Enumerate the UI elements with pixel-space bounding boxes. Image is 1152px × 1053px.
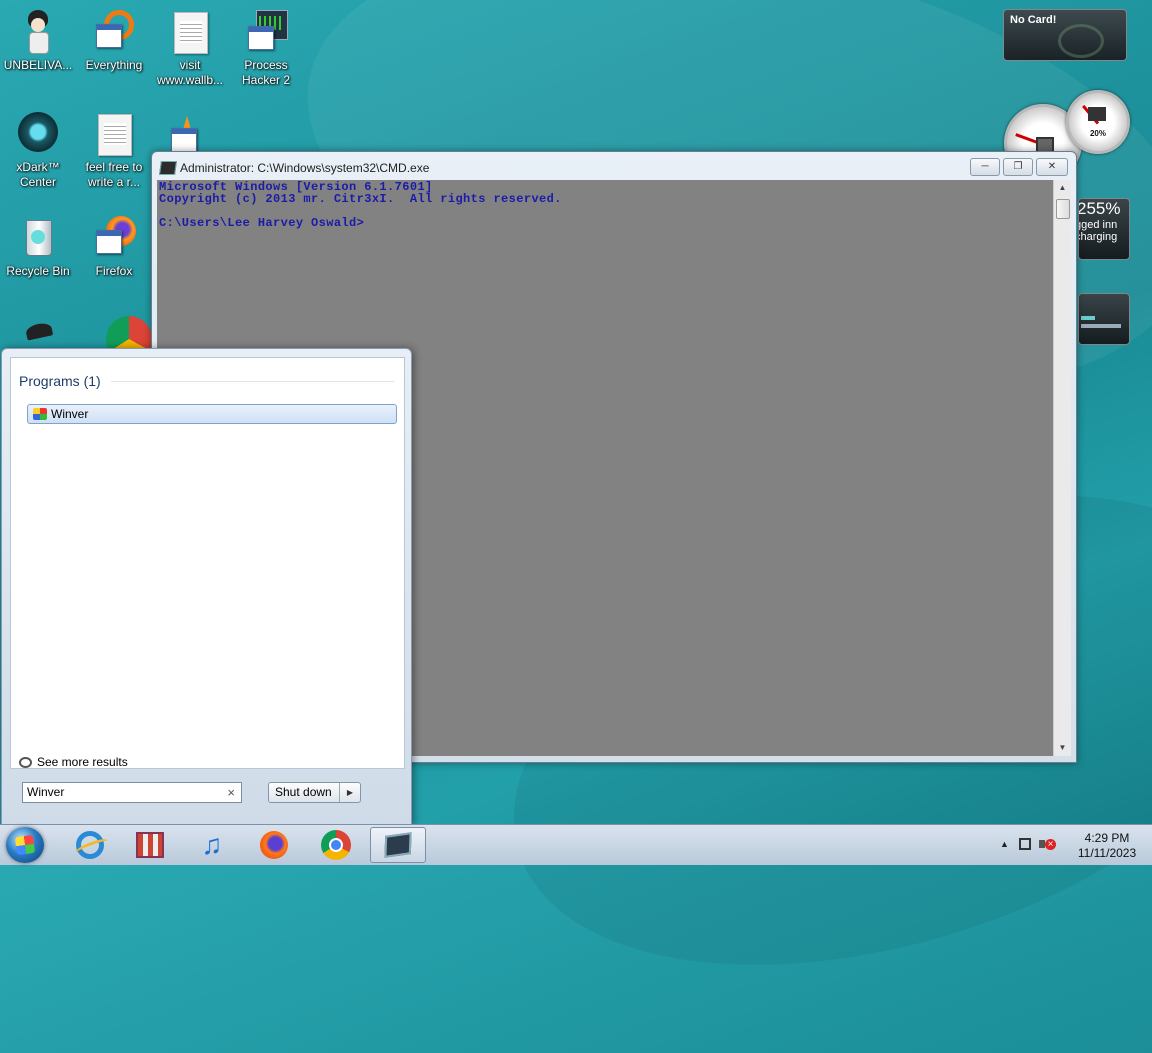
anime-character-icon xyxy=(14,8,62,56)
search-result-label: Winver xyxy=(51,407,89,421)
desktop-icon-label: visit www.wallb... xyxy=(156,58,224,87)
meter-bar xyxy=(1081,324,1121,328)
desktop-icon-feel-free[interactable]: feel free to write a r... xyxy=(76,110,152,190)
start-button[interactable] xyxy=(6,827,44,863)
itunes-icon: ♫ xyxy=(201,829,223,860)
taskbar-chrome[interactable] xyxy=(308,827,364,863)
meter-bar xyxy=(1081,316,1095,320)
meter-value: 20% xyxy=(1089,129,1106,138)
programs-section-header: Programs (1) xyxy=(19,373,101,389)
shutdown-label: Shut down xyxy=(275,785,332,799)
shutdown-options-arrow-icon[interactable]: ▶ xyxy=(339,783,360,802)
internet-explorer-icon xyxy=(76,831,104,859)
firefox-icon xyxy=(260,831,288,859)
clock-date: 11/11/2023 xyxy=(1077,846,1137,860)
taskbar-firefox[interactable] xyxy=(246,827,302,863)
taskbar-itunes[interactable]: ♫ xyxy=(184,827,240,863)
memory-meter-gauge[interactable]: 20% xyxy=(1066,90,1130,154)
process-hacker-icon xyxy=(242,8,290,56)
minimize-button[interactable]: ─ xyxy=(970,158,1000,176)
battery-gadget[interactable]: 255% gged inn charging xyxy=(1078,198,1130,260)
store-icon xyxy=(136,832,164,858)
battery-percent: 255% xyxy=(1078,199,1121,218)
taskbar: ♫ ▲ 4:29 PM 11/11/2023 xyxy=(0,824,1152,865)
nvidia-logo-icon xyxy=(1058,24,1104,58)
gpu-gadget-label: No Card! xyxy=(1010,14,1057,26)
section-divider xyxy=(111,381,394,382)
chrome-icon xyxy=(321,830,351,860)
desktop-icon-visit-wallb[interactable]: visit www.wallb... xyxy=(152,8,228,88)
everything-search-icon xyxy=(90,8,138,56)
recycle-bin-icon xyxy=(14,214,62,262)
network-gadget[interactable] xyxy=(1078,293,1130,345)
search-input-value: Winver xyxy=(27,785,65,799)
console-prompt: C:\Users\Lee Harvey Oswald> xyxy=(159,216,365,230)
shutdown-button[interactable]: Shut down ▶ xyxy=(268,782,361,803)
text-document-icon xyxy=(90,110,138,158)
scroll-down-arrow-icon[interactable]: ▼ xyxy=(1054,740,1071,756)
clock-time: 4:29 PM xyxy=(1084,831,1130,845)
clock[interactable]: 4:29 PM 11/11/2023 xyxy=(1067,831,1147,861)
desktop-icon-everything[interactable]: Everything xyxy=(76,8,152,73)
desktop-icon-label: Process Hacker 2 xyxy=(241,58,291,87)
search-results-pane: Programs (1) Winver See more results xyxy=(10,357,405,769)
cmd-titlebar[interactable]: Administrator: C:\Windows\system32\CMD.e… xyxy=(159,161,430,175)
taskbar-store[interactable] xyxy=(122,827,178,863)
gpu-gadget[interactable]: No Card! xyxy=(1003,9,1127,61)
firefox-icon xyxy=(90,214,138,262)
battery-status-line2: charging xyxy=(1078,231,1118,243)
console-line: Copyright (c) 2013 mr. Citr3xI. All righ… xyxy=(159,192,562,206)
text-document-icon xyxy=(166,8,214,56)
taskbar-cmd[interactable] xyxy=(370,827,426,863)
xdark-center-icon xyxy=(14,110,62,158)
desktop-icon-label: Firefox xyxy=(95,264,133,278)
scroll-thumb[interactable] xyxy=(1056,199,1070,219)
taskbar-internet-explorer[interactable] xyxy=(62,827,118,863)
search-result-winver[interactable]: Winver xyxy=(27,404,397,424)
clear-search-icon[interactable]: × xyxy=(227,785,235,800)
desktop-icon-label: Everything xyxy=(85,58,143,72)
scroll-up-arrow-icon[interactable]: ▲ xyxy=(1054,180,1071,196)
show-hidden-icons-button[interactable]: ▲ xyxy=(1000,839,1009,849)
system-tray: ▲ 4:29 PM 11/11/2023 xyxy=(992,825,1152,865)
start-menu: Programs (1) Winver See more results Win… xyxy=(1,348,412,825)
battery-status-line1: gged inn xyxy=(1078,219,1118,231)
cmd-icon xyxy=(159,161,177,175)
cmd-icon xyxy=(384,832,412,858)
desktop-icon-process-hacker[interactable]: Process Hacker 2 xyxy=(228,8,304,88)
desktop-icon-recycle-bin[interactable]: Recycle Bin xyxy=(0,214,76,279)
see-more-results-link[interactable]: See more results xyxy=(19,755,128,769)
restore-button[interactable]: ❐ xyxy=(1003,158,1033,176)
desktop-icon-firefox[interactable]: Firefox xyxy=(76,214,152,279)
desktop-icon-xdark-center[interactable]: xDark™ Center xyxy=(0,110,76,190)
winver-icon xyxy=(33,408,47,420)
desktop-icon-label: Recycle Bin xyxy=(6,264,70,278)
start-search-input[interactable]: Winver × xyxy=(22,782,242,803)
cmd-window-title: Administrator: C:\Windows\system32\CMD.e… xyxy=(180,161,430,175)
desktop-icon-label: xDark™ Center xyxy=(16,160,60,189)
desktop-icon-unbeliva[interactable]: UNBELIVA... xyxy=(0,8,76,73)
memory-chip-icon xyxy=(1088,107,1106,121)
see-more-results-label: See more results xyxy=(37,755,128,769)
vertical-scrollbar[interactable]: ▲ ▼ xyxy=(1053,180,1071,756)
magnifier-icon xyxy=(19,756,32,768)
desktop-icon-label: feel free to write a r... xyxy=(85,160,143,189)
close-button[interactable]: ✕ xyxy=(1036,158,1068,176)
volume-muted-icon[interactable] xyxy=(1039,837,1056,851)
network-icon[interactable] xyxy=(1019,838,1031,850)
desktop-icon-label: UNBELIVA... xyxy=(3,58,73,72)
